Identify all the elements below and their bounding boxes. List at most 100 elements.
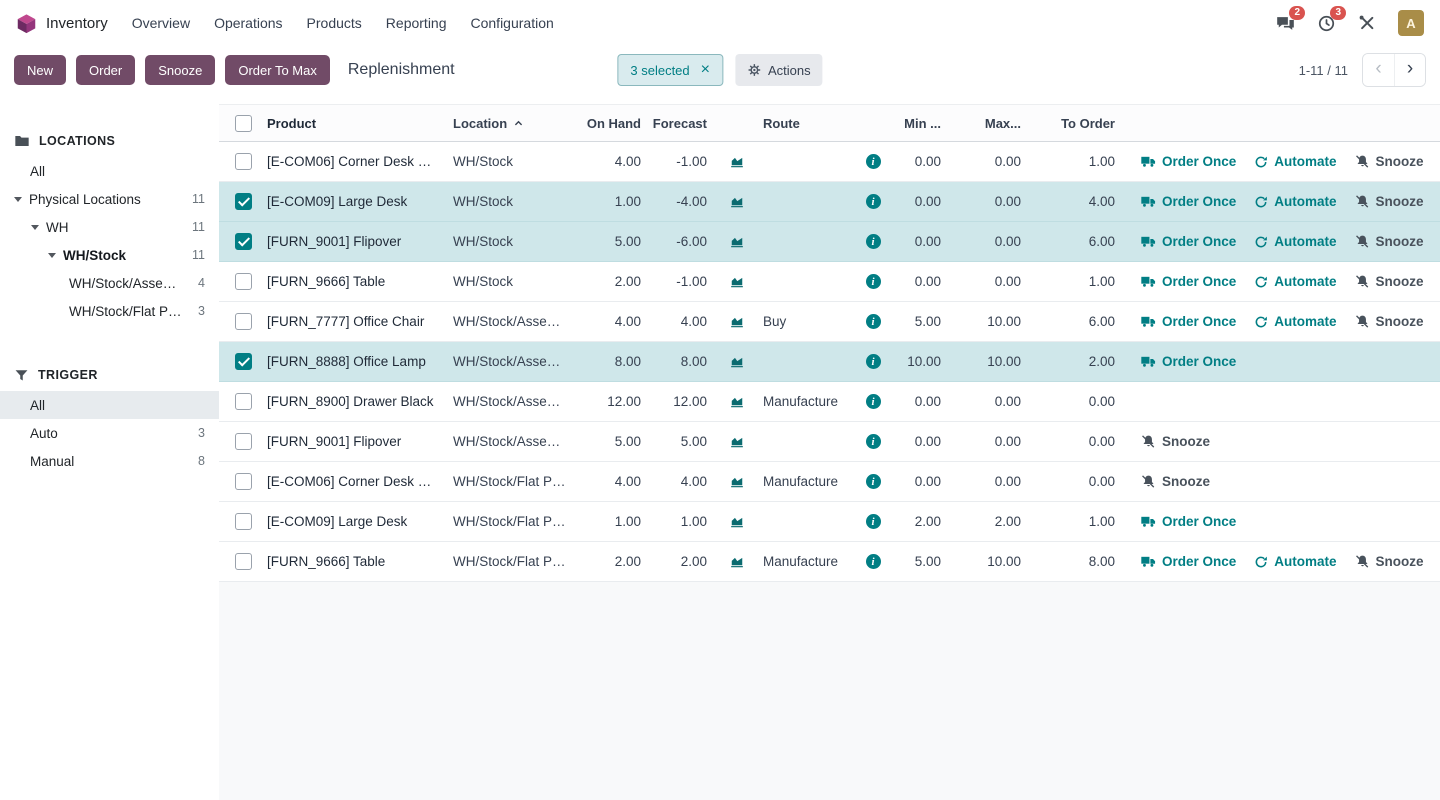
automate-button[interactable]: Automate bbox=[1254, 154, 1336, 169]
table-row[interactable]: [FURN_9001] Flipover WH/Stock/Asse… 5.00… bbox=[219, 422, 1440, 462]
row-checkbox[interactable] bbox=[235, 353, 252, 370]
row-checkbox[interactable] bbox=[235, 233, 252, 250]
pager-next-button[interactable]: › bbox=[1394, 54, 1425, 86]
forecast-graph-icon[interactable] bbox=[729, 275, 745, 289]
sidebar-item[interactable]: All bbox=[0, 391, 219, 419]
forecast-graph-icon[interactable] bbox=[729, 315, 745, 329]
snooze-button[interactable]: Snooze bbox=[1355, 194, 1424, 209]
sidebar-item[interactable]: All bbox=[0, 157, 219, 185]
select-all-checkbox[interactable] bbox=[235, 115, 252, 132]
messages-button[interactable]: 2 bbox=[1276, 14, 1295, 33]
info-icon[interactable]: i bbox=[866, 554, 881, 569]
forecast-graph-icon[interactable] bbox=[729, 395, 745, 409]
forecast-graph-icon[interactable] bbox=[729, 195, 745, 209]
snooze-button[interactable]: Snooze bbox=[1355, 314, 1424, 329]
row-checkbox[interactable] bbox=[235, 473, 252, 490]
row-checkbox[interactable] bbox=[235, 193, 252, 210]
row-checkbox[interactable] bbox=[235, 433, 252, 450]
forecast-graph-icon[interactable] bbox=[729, 355, 745, 369]
automate-button[interactable]: Automate bbox=[1254, 314, 1336, 329]
row-checkbox[interactable] bbox=[235, 273, 252, 290]
table-row[interactable]: [E-COM09] Large Desk WH/Stock/Flat P… 1.… bbox=[219, 502, 1440, 542]
caret-down-icon[interactable] bbox=[31, 225, 39, 234]
column-header-route[interactable]: Route bbox=[757, 116, 857, 131]
snooze-button[interactable]: Snooze bbox=[1355, 234, 1424, 249]
row-checkbox[interactable] bbox=[235, 153, 252, 170]
actions-button[interactable]: Actions bbox=[735, 54, 823, 86]
nav-item-products[interactable]: Products bbox=[307, 15, 362, 31]
column-header-forecast[interactable]: Forecast bbox=[651, 116, 717, 131]
table-row[interactable]: [FURN_9666] Table WH/Stock 2.00 -1.00 i … bbox=[219, 262, 1440, 302]
nav-item-configuration[interactable]: Configuration bbox=[471, 15, 554, 31]
order-once-button[interactable]: Order Once bbox=[1141, 314, 1236, 329]
automate-button[interactable]: Automate bbox=[1254, 274, 1336, 289]
sidebar-item[interactable]: WH/Stock 11 bbox=[0, 241, 219, 269]
caret-down-icon[interactable] bbox=[14, 197, 22, 206]
automate-button[interactable]: Automate bbox=[1254, 234, 1336, 249]
forecast-graph-icon[interactable] bbox=[729, 555, 745, 569]
table-row[interactable]: [FURN_9001] Flipover WH/Stock 5.00 -6.00… bbox=[219, 222, 1440, 262]
sidebar-item[interactable]: Physical Locations 11 bbox=[0, 185, 219, 213]
row-checkbox[interactable] bbox=[235, 313, 252, 330]
info-icon[interactable]: i bbox=[866, 314, 881, 329]
table-row[interactable]: [FURN_8888] Office Lamp WH/Stock/Asse… 8… bbox=[219, 342, 1440, 382]
row-checkbox[interactable] bbox=[235, 553, 252, 570]
info-icon[interactable]: i bbox=[866, 274, 881, 289]
order-once-button[interactable]: Order Once bbox=[1141, 154, 1236, 169]
forecast-graph-icon[interactable] bbox=[729, 155, 745, 169]
table-row[interactable]: [E-COM06] Corner Desk … WH/Stock/Flat P…… bbox=[219, 462, 1440, 502]
snooze-header-button[interactable]: Snooze bbox=[145, 55, 215, 85]
sidebar-item[interactable]: WH/Stock/Asse… 4 bbox=[0, 269, 219, 297]
app-switcher[interactable]: Inventory bbox=[16, 13, 108, 34]
info-icon[interactable]: i bbox=[866, 194, 881, 209]
forecast-graph-icon[interactable] bbox=[729, 475, 745, 489]
automate-button[interactable]: Automate bbox=[1254, 554, 1336, 569]
sidebar-item[interactable]: WH/Stock/Flat P… 3 bbox=[0, 297, 219, 325]
column-header-min[interactable]: Min ... bbox=[889, 116, 951, 131]
activities-button[interactable]: 3 bbox=[1317, 14, 1336, 33]
forecast-graph-icon[interactable] bbox=[729, 235, 745, 249]
info-icon[interactable]: i bbox=[866, 234, 881, 249]
table-row[interactable]: [FURN_8900] Drawer Black WH/Stock/Asse… … bbox=[219, 382, 1440, 422]
order-to-max-button[interactable]: Order To Max bbox=[225, 55, 330, 85]
snooze-button[interactable]: Snooze bbox=[1141, 474, 1210, 489]
order-once-button[interactable]: Order Once bbox=[1141, 194, 1236, 209]
column-header-max[interactable]: Max... bbox=[951, 116, 1031, 131]
pager-prev-button[interactable]: ‹ bbox=[1363, 54, 1394, 86]
row-checkbox[interactable] bbox=[235, 393, 252, 410]
column-header-on-hand[interactable]: On Hand bbox=[579, 116, 651, 131]
column-header-location[interactable]: Location bbox=[453, 116, 579, 131]
row-checkbox[interactable] bbox=[235, 513, 252, 530]
info-icon[interactable]: i bbox=[866, 394, 881, 409]
tools-button[interactable] bbox=[1358, 14, 1376, 32]
sidebar-item[interactable]: Manual 8 bbox=[0, 447, 219, 475]
table-row[interactable]: [E-COM09] Large Desk WH/Stock 1.00 -4.00… bbox=[219, 182, 1440, 222]
app-name[interactable]: Inventory bbox=[46, 15, 108, 32]
forecast-graph-icon[interactable] bbox=[729, 435, 745, 449]
caret-down-icon[interactable] bbox=[48, 253, 56, 262]
sidebar-item[interactable]: WH 11 bbox=[0, 213, 219, 241]
info-icon[interactable]: i bbox=[866, 514, 881, 529]
column-header-product[interactable]: Product bbox=[267, 116, 453, 131]
info-icon[interactable]: i bbox=[866, 434, 881, 449]
nav-item-overview[interactable]: Overview bbox=[132, 15, 190, 31]
automate-button[interactable]: Automate bbox=[1254, 194, 1336, 209]
snooze-button[interactable]: Snooze bbox=[1355, 274, 1424, 289]
order-once-button[interactable]: Order Once bbox=[1141, 514, 1236, 529]
snooze-button[interactable]: Snooze bbox=[1355, 554, 1424, 569]
snooze-button[interactable]: Snooze bbox=[1141, 434, 1210, 449]
column-header-to-order[interactable]: To Order bbox=[1031, 116, 1125, 131]
order-once-button[interactable]: Order Once bbox=[1141, 354, 1236, 369]
order-once-button[interactable]: Order Once bbox=[1141, 234, 1236, 249]
user-avatar[interactable]: A bbox=[1398, 10, 1424, 36]
info-icon[interactable]: i bbox=[866, 154, 881, 169]
info-icon[interactable]: i bbox=[866, 474, 881, 489]
order-once-button[interactable]: Order Once bbox=[1141, 274, 1236, 289]
snooze-button[interactable]: Snooze bbox=[1355, 154, 1424, 169]
new-button[interactable]: New bbox=[14, 55, 66, 85]
nav-item-reporting[interactable]: Reporting bbox=[386, 15, 447, 31]
nav-item-operations[interactable]: Operations bbox=[214, 15, 282, 31]
order-button[interactable]: Order bbox=[76, 55, 135, 85]
sidebar-item[interactable]: Auto 3 bbox=[0, 419, 219, 447]
table-row[interactable]: [E-COM06] Corner Desk … WH/Stock 4.00 -1… bbox=[219, 142, 1440, 182]
